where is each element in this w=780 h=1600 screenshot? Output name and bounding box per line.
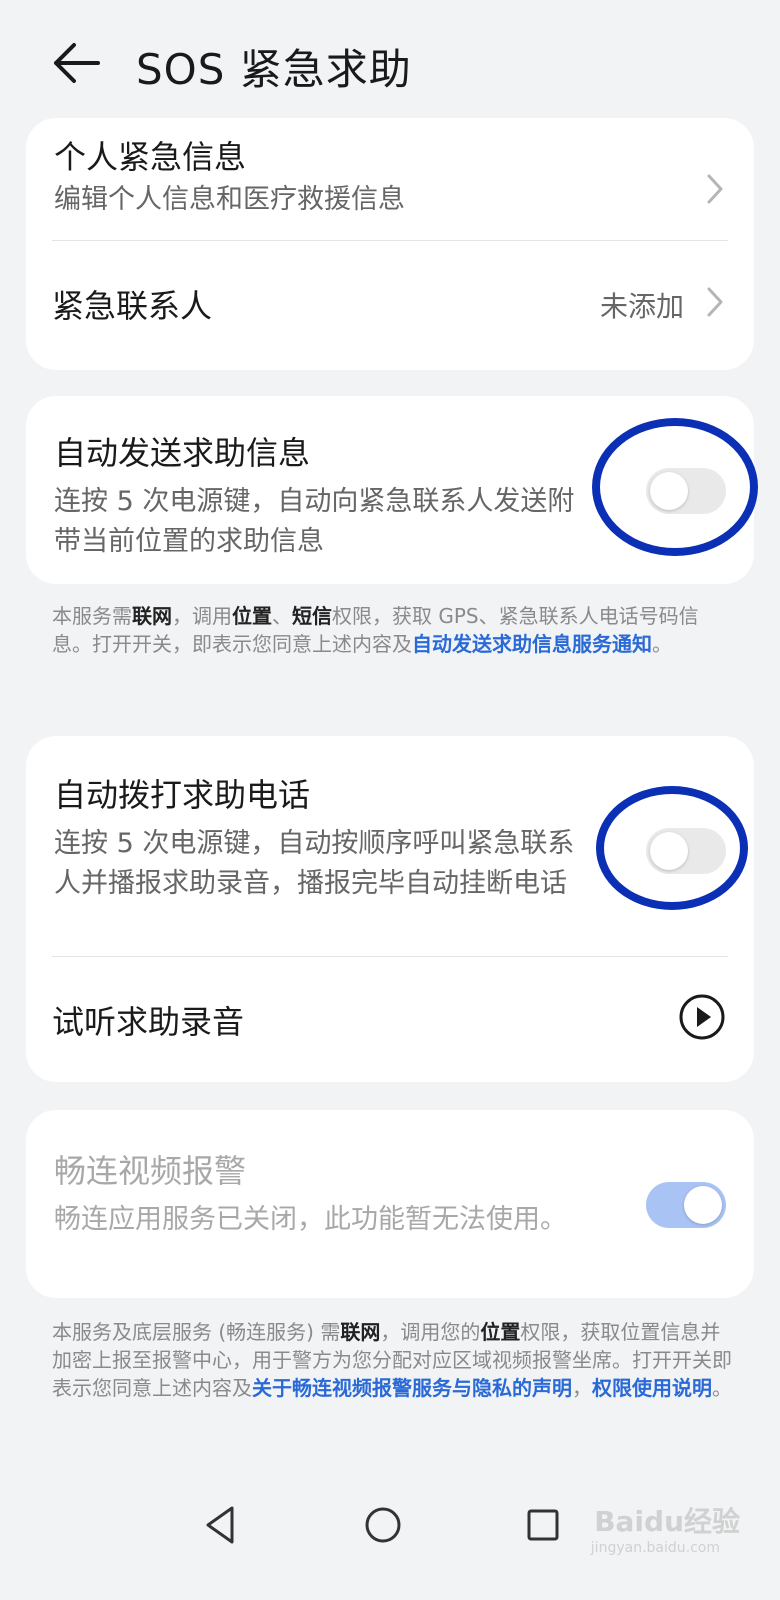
auto-sms-subtitle: 连按 5 次电源键，自动向紧急联系人发送附带当前位置的求助信息: [54, 486, 575, 557]
toggle-knob: [650, 832, 688, 870]
video-alarm-row[interactable]: 畅连视频报警 畅连应用服务已关闭，此功能暂无法使用。: [26, 1146, 754, 1240]
auto-sms-toggle[interactable]: [646, 468, 726, 514]
note-text: 本服务及底层服务 (畅连服务) 需: [52, 1320, 341, 1344]
permission-info-link[interactable]: 权限使用说明: [592, 1376, 712, 1400]
header: SOS 紧急求助: [0, 0, 780, 125]
chevron-right-icon: [704, 172, 726, 206]
personal-info-title: 个人紧急信息: [54, 138, 247, 176]
sms-service-notice-link[interactable]: 自动发送求助信息服务通知: [412, 632, 652, 656]
toggle-knob: [650, 472, 688, 510]
note-bold: 位置: [232, 604, 272, 628]
play-button[interactable]: [678, 993, 726, 1041]
listen-recording-row[interactable]: 试听求助录音: [26, 957, 754, 1077]
auto-sms-row[interactable]: 自动发送求助信息 连按 5 次电源键，自动向紧急联系人发送附带当前位置的求助信息: [26, 428, 754, 562]
back-button[interactable]: [48, 38, 104, 88]
note-text: ，调用您的: [380, 1320, 481, 1344]
page-title: SOS 紧急求助: [136, 45, 412, 94]
note-bold: 联网: [340, 1320, 381, 1344]
nav-recents-button[interactable]: [518, 1500, 568, 1550]
note-text: 。: [652, 632, 672, 656]
nav-home-button[interactable]: [358, 1500, 408, 1550]
watermark-url: jingyan.baidu.com: [590, 1540, 720, 1556]
listen-recording-title: 试听求助录音: [52, 1003, 245, 1041]
emergency-contact-row[interactable]: 紧急联系人 未添加: [26, 241, 754, 361]
emergency-contact-title: 紧急联系人: [52, 287, 213, 325]
auto-call-subtitle: 连按 5 次电源键，自动按顺序呼叫紧急联系人并播报求助录音，播报完毕自动挂断电话: [54, 828, 575, 899]
nav-back-button[interactable]: [196, 1500, 246, 1550]
note-bold: 位置: [480, 1320, 521, 1344]
card-auto-call: 自动拨打求助电话 连按 5 次电源键，自动按顺序呼叫紧急联系人并播报求助录音，播…: [26, 736, 754, 1082]
card-video-alarm: 畅连视频报警 畅连应用服务已关闭，此功能暂无法使用。: [26, 1110, 754, 1298]
play-icon: [679, 994, 725, 1040]
video-service-note: 本服务及底层服务 (畅连服务) 需联网，调用您的位置权限，获取位置信息并加密上报…: [52, 1318, 732, 1402]
note-text: ，: [572, 1376, 592, 1400]
note-bold: 联网: [132, 604, 172, 628]
triangle-back-icon: [206, 1506, 234, 1544]
note-text: ，调用: [172, 604, 232, 628]
video-alarm-subtitle: 畅连应用服务已关闭，此功能暂无法使用。: [54, 1204, 567, 1235]
personal-info-subtitle: 编辑个人信息和医疗救援信息: [54, 184, 405, 215]
privacy-statement-link[interactable]: 关于畅连视频报警服务与隐私的声明: [252, 1376, 572, 1400]
square-recents-icon: [527, 1509, 559, 1541]
toggle-knob: [684, 1186, 722, 1224]
watermark: Baidu经验: [594, 1505, 740, 1538]
auto-call-row[interactable]: 自动拨打求助电话 连按 5 次电源键，自动按顺序呼叫紧急联系人并播报求助录音，播…: [26, 770, 754, 904]
chevron-right-icon: [704, 285, 726, 319]
personal-info-row[interactable]: 个人紧急信息 编辑个人信息和医疗救援信息: [26, 132, 754, 242]
sms-service-note: 本服务需联网，调用位置、短信权限，获取 GPS、紧急联系人电话号码信息。打开开关…: [52, 602, 732, 658]
card-personal: 个人紧急信息 编辑个人信息和医疗救援信息 紧急联系人 未添加: [26, 118, 754, 370]
arrow-left-icon: [54, 43, 100, 83]
note-bold: 短信: [292, 604, 332, 628]
note-text: 、: [272, 604, 292, 628]
video-alarm-toggle[interactable]: [646, 1182, 726, 1228]
auto-call-toggle[interactable]: [646, 828, 726, 874]
video-alarm-title: 畅连视频报警: [54, 1152, 247, 1190]
note-text: 本服务需: [52, 604, 132, 628]
auto-call-title: 自动拨打求助电话: [54, 776, 311, 814]
note-text: 。: [712, 1376, 732, 1400]
emergency-contact-value: 未添加: [599, 290, 684, 323]
auto-sms-title: 自动发送求助信息: [54, 434, 311, 472]
card-auto-sms: 自动发送求助信息 连按 5 次电源键，自动向紧急联系人发送附带当前位置的求助信息: [26, 396, 754, 584]
circle-home-icon: [365, 1507, 401, 1543]
